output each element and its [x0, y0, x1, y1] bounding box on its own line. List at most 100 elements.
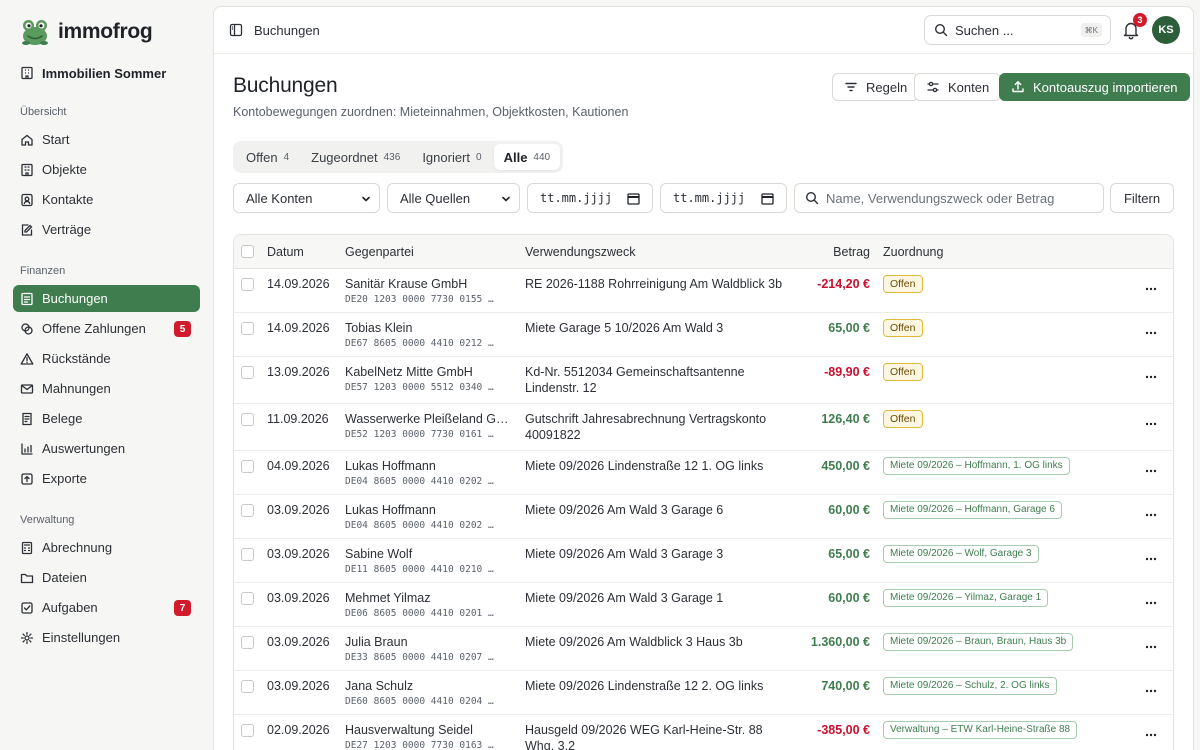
table-row[interactable]: 02.09.2026 Hausverwaltung Seidel DE27 12… — [234, 715, 1173, 750]
row-checkbox[interactable] — [241, 504, 254, 517]
account-select[interactable]: Alle Konten — [233, 183, 380, 213]
more-icon[interactable] — [1145, 689, 1157, 693]
row-checkbox[interactable] — [241, 366, 254, 379]
brand[interactable]: immofrog — [13, 0, 200, 64]
row-checkbox[interactable] — [241, 460, 254, 473]
table-row[interactable]: 11.09.2026 Wasserwerke Pleißeland Gm… DE… — [234, 404, 1173, 451]
table-row[interactable]: 03.09.2026 Mehmet Yilmaz DE06 8605 0000 … — [234, 583, 1173, 627]
sidebar-item-rueckstaende[interactable]: Rückstände — [13, 345, 200, 372]
date-from-input[interactable]: tt.mm.jjjj — [527, 183, 653, 213]
more-icon[interactable] — [1145, 287, 1157, 291]
row-checkbox[interactable] — [241, 680, 254, 693]
more-icon[interactable] — [1145, 422, 1157, 426]
source-select[interactable]: Alle Quellen — [387, 183, 520, 213]
page-title: Buchungen — [233, 74, 338, 97]
table-row[interactable]: 03.09.2026 Sabine Wolf DE11 8605 0000 44… — [234, 539, 1173, 583]
table-row[interactable]: 13.09.2026 KabelNetz Mitte GmbH DE57 120… — [234, 357, 1173, 404]
tab-alle[interactable]: Alle 440 — [493, 144, 561, 170]
table-row[interactable]: 03.09.2026 Julia Braun DE33 8605 0000 44… — [234, 627, 1173, 671]
header-assignment[interactable]: Zuordnung — [883, 245, 943, 259]
filter-button[interactable]: Filtern — [1110, 183, 1174, 213]
more-icon[interactable] — [1145, 601, 1157, 605]
tab-zugeordnet[interactable]: Zugeordnet 436 — [301, 144, 410, 170]
row-checkbox[interactable] — [241, 322, 254, 335]
sidebar-item-kontakte[interactable]: Kontakte — [13, 186, 200, 213]
sidebar-item-start[interactable]: Start — [13, 126, 200, 153]
row-checkbox[interactable] — [241, 548, 254, 561]
calendar-icon[interactable] — [627, 192, 640, 205]
global-search[interactable]: Suchen ... ⌘K — [924, 15, 1111, 45]
header-amount[interactable]: Betrag — [833, 245, 870, 259]
sidebar-item-aufgaben[interactable]: Aufgaben 7 — [13, 594, 200, 621]
accounts-button[interactable]: Konten — [914, 73, 1002, 101]
sidebar-item-einstellungen[interactable]: Einstellungen — [13, 624, 200, 651]
row-party-name: Lukas Hoffmann — [345, 459, 436, 473]
row-checkbox[interactable] — [241, 592, 254, 605]
row-assignment[interactable]: Offen — [883, 319, 923, 337]
row-date: 13.09.2026 — [267, 365, 330, 379]
sidebar-item-objekte[interactable]: Objekte — [13, 156, 200, 183]
header-date[interactable]: Datum — [267, 245, 304, 259]
more-icon[interactable] — [1145, 331, 1157, 335]
row-party-name: Jana Schulz — [345, 679, 414, 693]
row-checkbox[interactable] — [241, 636, 254, 649]
global-search-label: Suchen ... — [955, 22, 1014, 38]
row-date: 02.09.2026 — [267, 723, 330, 737]
table-row[interactable]: 03.09.2026 Jana Schulz DE60 8605 0000 44… — [234, 671, 1173, 715]
rules-button[interactable]: Regeln — [832, 73, 920, 101]
header-party[interactable]: Gegenpartei — [345, 245, 510, 259]
row-assignment[interactable]: Miete 09/2026 – Yilmaz, Garage 1 — [883, 589, 1049, 607]
chevron-down-icon — [362, 196, 370, 202]
row-assignment[interactable]: Miete 09/2026 – Hoffmann, Garage 6 — [883, 501, 1062, 519]
row-date: 14.09.2026 — [267, 277, 330, 291]
row-assignment[interactable]: Offen — [883, 363, 923, 381]
org-switcher[interactable]: Immobilien Sommer — [13, 62, 200, 84]
transaction-search-input[interactable]: Name, Verwendungszweck oder Betrag — [794, 183, 1104, 213]
tab-count: 436 — [383, 151, 401, 163]
tab-ignoriert[interactable]: Ignoriert 0 — [412, 144, 491, 170]
more-icon[interactable] — [1145, 469, 1157, 473]
row-assignment[interactable]: Miete 09/2026 – Wolf, Garage 3 — [883, 545, 1039, 563]
table-row[interactable]: 03.09.2026 Lukas Hoffmann DE04 8605 0000… — [234, 495, 1173, 539]
chart-icon — [20, 442, 34, 456]
sidebar-item-dateien[interactable]: Dateien — [13, 564, 200, 591]
table-row[interactable]: 04.09.2026 Lukas Hoffmann DE04 8605 0000… — [234, 451, 1173, 495]
row-assignment[interactable]: Offen — [883, 410, 923, 428]
import-statement-button[interactable]: Kontoauszug importieren — [999, 73, 1190, 101]
row-amount: 65,00 € — [828, 547, 870, 561]
header-purpose[interactable]: Verwendungszweck — [525, 244, 795, 260]
more-icon[interactable] — [1145, 733, 1157, 737]
sidebar-section-label: Finanzen — [20, 265, 66, 277]
row-assignment[interactable]: Miete 09/2026 – Hoffmann, 1. OG links — [883, 457, 1070, 475]
calendar-icon[interactable] — [761, 192, 774, 205]
row-assignment[interactable]: Offen — [883, 275, 923, 293]
row-assignment[interactable]: Miete 09/2026 – Schulz, 2. OG links — [883, 677, 1057, 695]
sidebar-item-mahnungen[interactable]: Mahnungen — [13, 375, 200, 402]
sidebar-item-buchungen[interactable]: Buchungen — [13, 285, 200, 312]
more-icon[interactable] — [1145, 375, 1157, 379]
more-icon[interactable] — [1145, 645, 1157, 649]
row-assignment[interactable]: Miete 09/2026 – Braun, Braun, Haus 3b — [883, 633, 1074, 651]
row-checkbox[interactable] — [241, 724, 254, 737]
row-date: 03.09.2026 — [267, 503, 330, 517]
sidebar-item-abrechnung[interactable]: Abrechnung — [13, 534, 200, 561]
table-row[interactable]: 14.09.2026 Sanitär Krause GmbH DE20 1203… — [234, 269, 1173, 313]
status-badge: Offen — [883, 275, 923, 293]
date-to-input[interactable]: tt.mm.jjjj — [660, 183, 787, 213]
sidebar-item-exporte[interactable]: Exporte — [13, 465, 200, 492]
sidebar-item-offene-zahlungen[interactable]: Offene Zahlungen 5 — [13, 315, 200, 342]
breadcrumb[interactable]: Buchungen — [254, 23, 320, 38]
sidebar-toggle-icon[interactable] — [229, 23, 243, 37]
tab-offen[interactable]: Offen 4 — [236, 144, 299, 170]
more-icon[interactable] — [1145, 513, 1157, 517]
more-icon[interactable] — [1145, 557, 1157, 561]
row-checkbox[interactable] — [241, 278, 254, 291]
avatar[interactable]: KS — [1152, 16, 1180, 44]
table-row[interactable]: 14.09.2026 Tobias Klein DE67 8605 0000 4… — [234, 313, 1173, 357]
sidebar-item-belege[interactable]: Belege — [13, 405, 200, 432]
sidebar-item-vertraege[interactable]: Verträge — [13, 216, 200, 243]
select-all-checkbox[interactable] — [241, 245, 254, 258]
sidebar-item-auswertungen[interactable]: Auswertungen — [13, 435, 200, 462]
row-assignment[interactable]: Verwaltung – ETW Karl-Heine-Straße 88 — [883, 721, 1078, 739]
row-checkbox[interactable] — [241, 413, 254, 426]
